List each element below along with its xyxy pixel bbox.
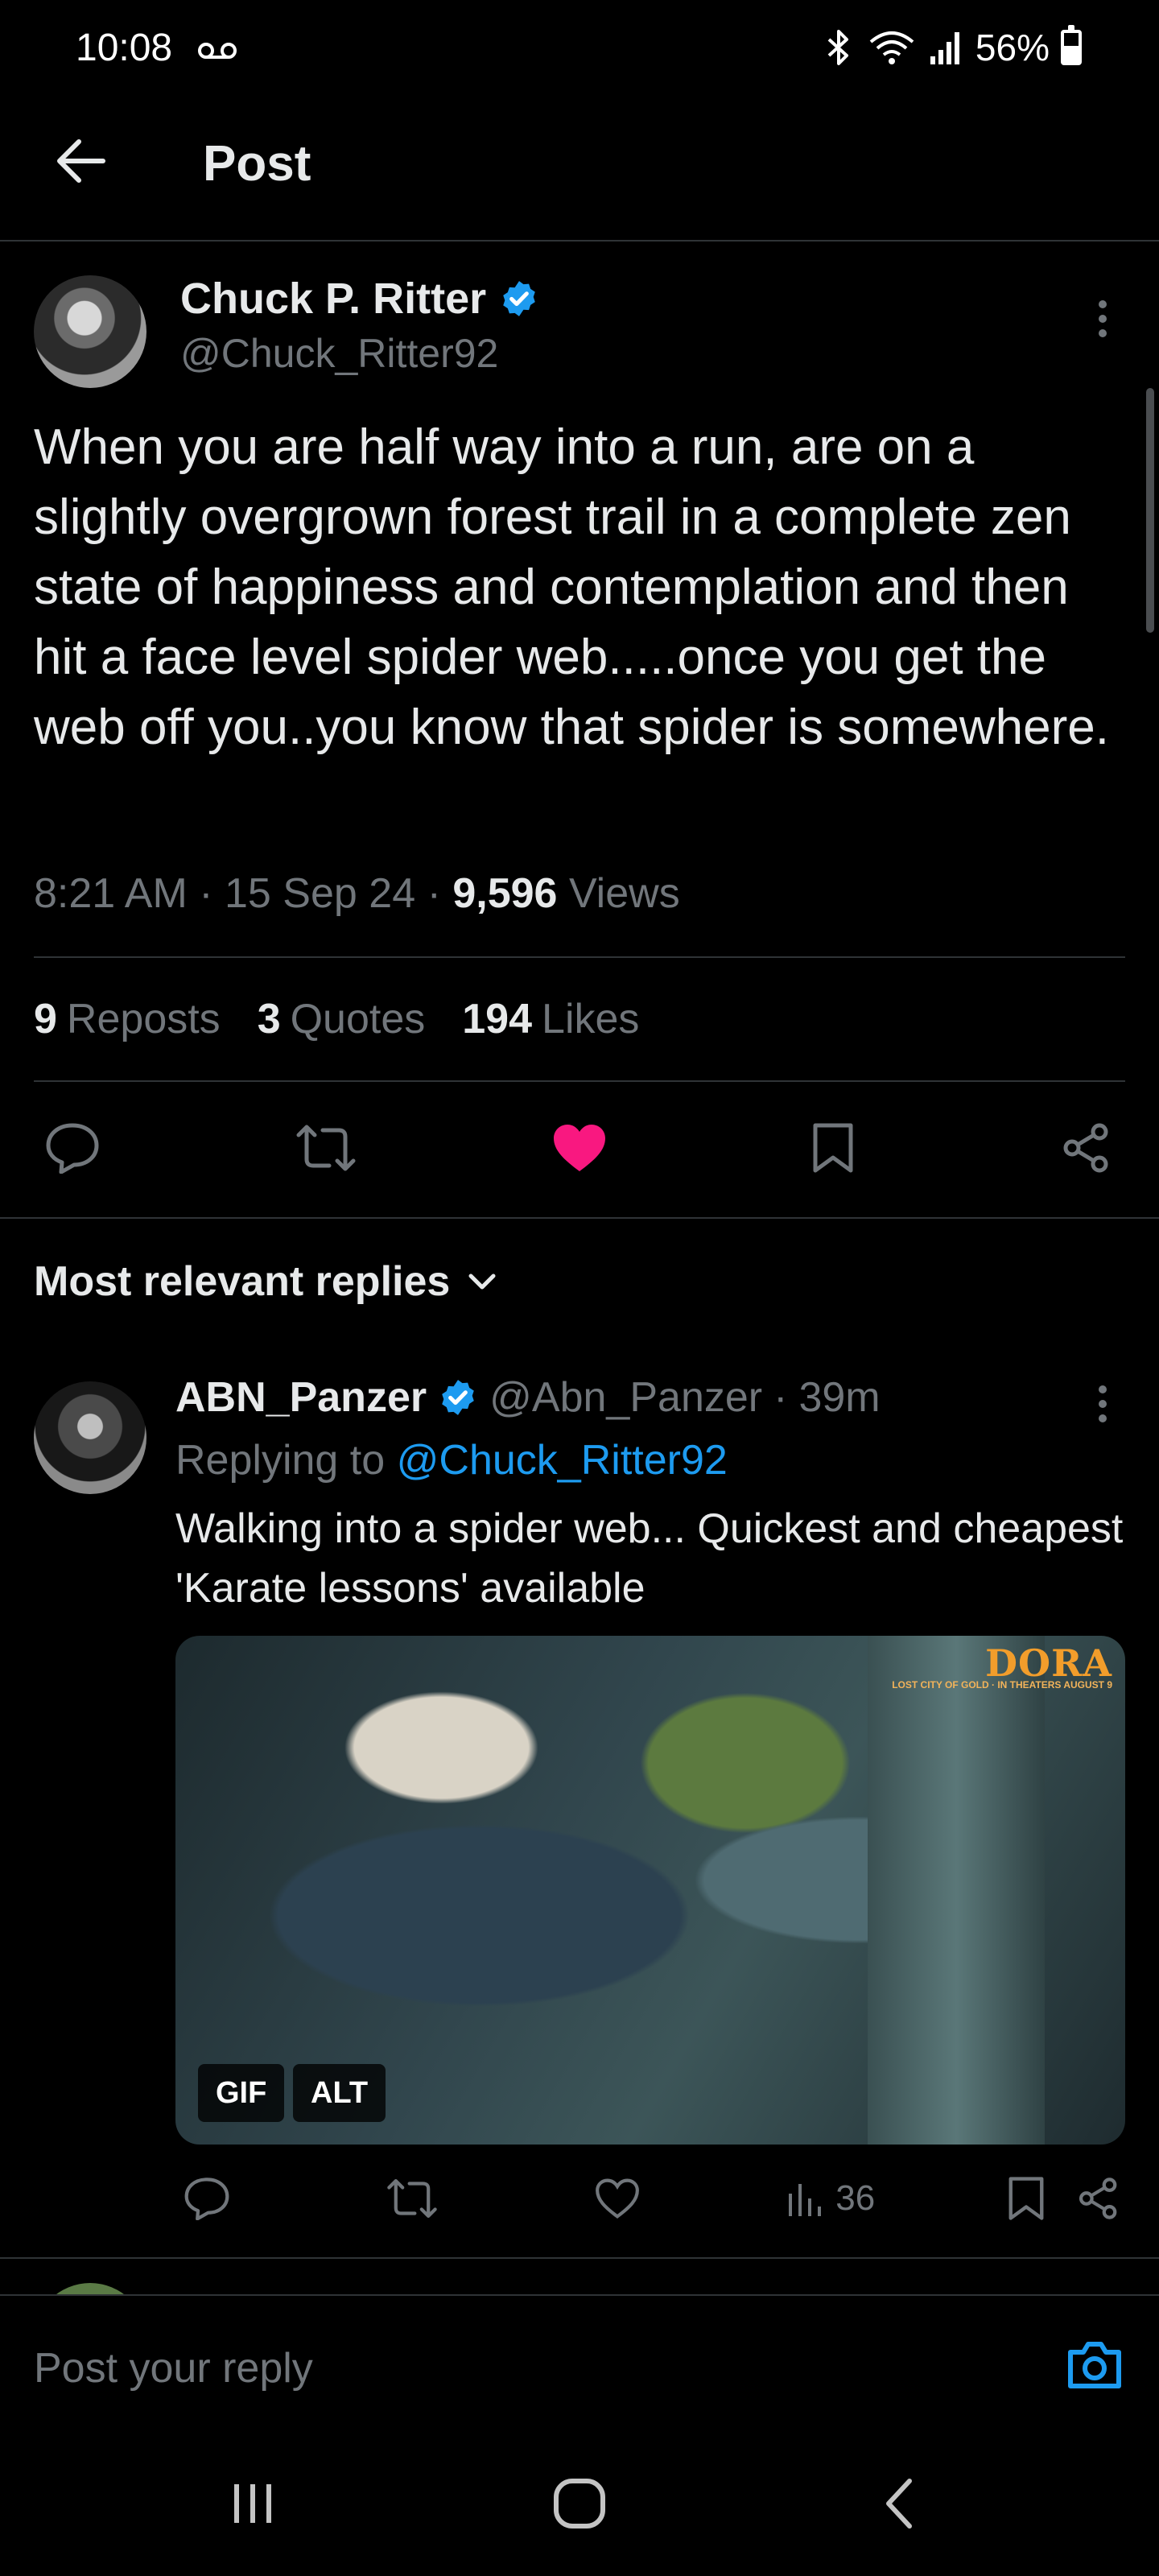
quotes-stat[interactable]: 3 Quotes xyxy=(258,995,426,1043)
recent-apps-icon xyxy=(234,2484,271,2523)
actions-divider xyxy=(0,1217,1159,1219)
reply-header: ABN_Panzer @Abn_Panzer · 39m xyxy=(175,1373,881,1422)
replying-prefix: Replying to xyxy=(175,1437,386,1484)
alt-badge[interactable]: ALT xyxy=(293,2064,386,2122)
reply-save-share xyxy=(1008,2162,1120,2235)
repost-icon xyxy=(387,2179,437,2218)
share-icon[interactable] xyxy=(1077,2177,1120,2220)
battery-percent: 56% xyxy=(975,27,1050,68)
signal-icon xyxy=(930,32,959,64)
meta-divider xyxy=(34,956,1125,958)
reply-icon xyxy=(46,1123,99,1174)
reply-composer: Post your reply xyxy=(0,2294,1159,2425)
views-label: Views xyxy=(568,870,680,917)
bookmark-icon[interactable] xyxy=(1008,2176,1045,2221)
verified-badge-icon xyxy=(503,281,535,316)
status-time: 10:08 xyxy=(76,27,173,69)
media-scene xyxy=(868,1636,1045,2145)
post-more-button[interactable] xyxy=(1079,295,1127,343)
chevron-left-icon xyxy=(886,2479,912,2529)
likes-stat[interactable]: 194 Likes xyxy=(462,995,639,1043)
reply-separator: · xyxy=(773,1374,788,1421)
reply-author-handle[interactable]: @Abn_Panzer xyxy=(489,1373,762,1422)
recent-apps-button[interactable] xyxy=(204,2471,301,2536)
system-nav-bar xyxy=(0,2423,1159,2576)
reply-reply-button[interactable] xyxy=(171,2162,243,2235)
reply-author-name[interactable]: ABN_Panzer xyxy=(175,1373,427,1422)
post-actions xyxy=(32,1108,1127,1188)
more-vertical-icon xyxy=(1099,300,1107,337)
more-vertical-icon xyxy=(1099,1385,1107,1422)
post-text: When you are half way into a run, are on… xyxy=(34,419,1109,755)
reposts-stat[interactable]: 9 Reposts xyxy=(34,995,221,1043)
likes-label: Likes xyxy=(542,996,640,1042)
reply-avatar[interactable] xyxy=(34,1381,146,1494)
likes-count: 194 xyxy=(462,996,533,1042)
like-button[interactable] xyxy=(539,1108,620,1188)
share-icon xyxy=(1063,1123,1108,1173)
reply-gif-media[interactable]: DORA LOST CITY OF GOLD · IN THEATERS AUG… xyxy=(175,1636,1125,2145)
quotes-label: Quotes xyxy=(290,996,426,1042)
replying-to: Replying to @Chuck_Ritter92 xyxy=(175,1436,728,1484)
author-avatar[interactable] xyxy=(34,275,146,388)
bluetooth-icon xyxy=(827,30,848,65)
arrow-left-icon xyxy=(57,139,105,183)
status-icons: 56% xyxy=(821,25,1082,69)
media-watermark-sub: LOST CITY OF GOLD · IN THEATERS AUGUST 9 xyxy=(892,1679,1112,1690)
battery-icon xyxy=(1061,25,1082,65)
reply-views-count: 36 xyxy=(835,2178,876,2218)
page-title: Post xyxy=(203,136,311,192)
voicemail-icon xyxy=(198,43,237,59)
gif-badge: GIF xyxy=(198,2064,285,2122)
reply-button[interactable] xyxy=(32,1108,113,1188)
post-meta: 8:21 AM · 15 Sep 24 · 9,596 Views xyxy=(34,870,680,917)
reply-actions: 36 xyxy=(171,2162,1120,2235)
battery-fill xyxy=(1064,45,1079,62)
repost-icon xyxy=(296,1125,356,1171)
author-handle[interactable]: @Chuck_Ritter92 xyxy=(180,330,498,377)
home-icon xyxy=(554,2479,605,2529)
media-watermark-title: DORA xyxy=(985,1641,1112,1685)
post-time: 8:21 AM xyxy=(34,870,188,917)
verified-badge-icon xyxy=(442,1380,474,1415)
header-divider xyxy=(0,240,1159,242)
reply-icon xyxy=(184,2178,229,2220)
home-button[interactable] xyxy=(531,2471,628,2536)
bookmark-icon xyxy=(813,1123,853,1173)
system-back-button[interactable] xyxy=(852,2471,948,2536)
reposts-count: 9 xyxy=(34,996,57,1042)
back-button[interactable] xyxy=(48,129,113,193)
share-button[interactable] xyxy=(1046,1108,1127,1188)
reply-more-button[interactable] xyxy=(1079,1380,1127,1428)
heart-filled-icon xyxy=(554,1125,605,1171)
reply-divider xyxy=(0,2257,1159,2259)
reply-repost-button[interactable] xyxy=(376,2162,448,2235)
author-name-row[interactable]: Chuck P. Ritter xyxy=(180,274,539,324)
reply-input[interactable]: Post your reply xyxy=(34,2344,313,2392)
camera-icon[interactable] xyxy=(1062,2333,1127,2397)
replies-sort-label: Most relevant replies xyxy=(34,1258,451,1305)
wifi-icon xyxy=(869,31,914,64)
reposts-label: Reposts xyxy=(66,996,221,1042)
reply-like-button[interactable] xyxy=(581,2162,654,2235)
reply-age: 39m xyxy=(798,1374,881,1421)
replies-sort-dropdown[interactable]: Most relevant replies xyxy=(34,1257,498,1306)
chevron-down-icon xyxy=(468,1274,496,1290)
replying-to-link[interactable]: @Chuck_Ritter92 xyxy=(397,1437,728,1484)
views-count: 9,596 xyxy=(452,870,558,917)
quotes-count: 3 xyxy=(257,996,281,1042)
reply-views-button[interactable]: 36 xyxy=(786,2162,875,2235)
analytics-icon xyxy=(789,2184,822,2216)
post-date: 15 Sep 24 xyxy=(225,870,416,917)
bookmark-button[interactable] xyxy=(793,1108,873,1188)
heart-outline-icon xyxy=(595,2178,639,2219)
media-watermark: DORA LOST CITY OF GOLD · IN THEATERS AUG… xyxy=(892,1645,1112,1690)
post-stats: 9 Reposts 3 Quotes 194 Likes xyxy=(34,995,639,1043)
stats-divider xyxy=(34,1080,1125,1082)
scrollbar-thumb[interactable] xyxy=(1146,388,1154,633)
repost-button[interactable] xyxy=(286,1108,366,1188)
author-name: Chuck P. Ritter xyxy=(180,275,487,323)
reply-text: Walking into a spider web... Quickest an… xyxy=(175,1505,1124,1612)
